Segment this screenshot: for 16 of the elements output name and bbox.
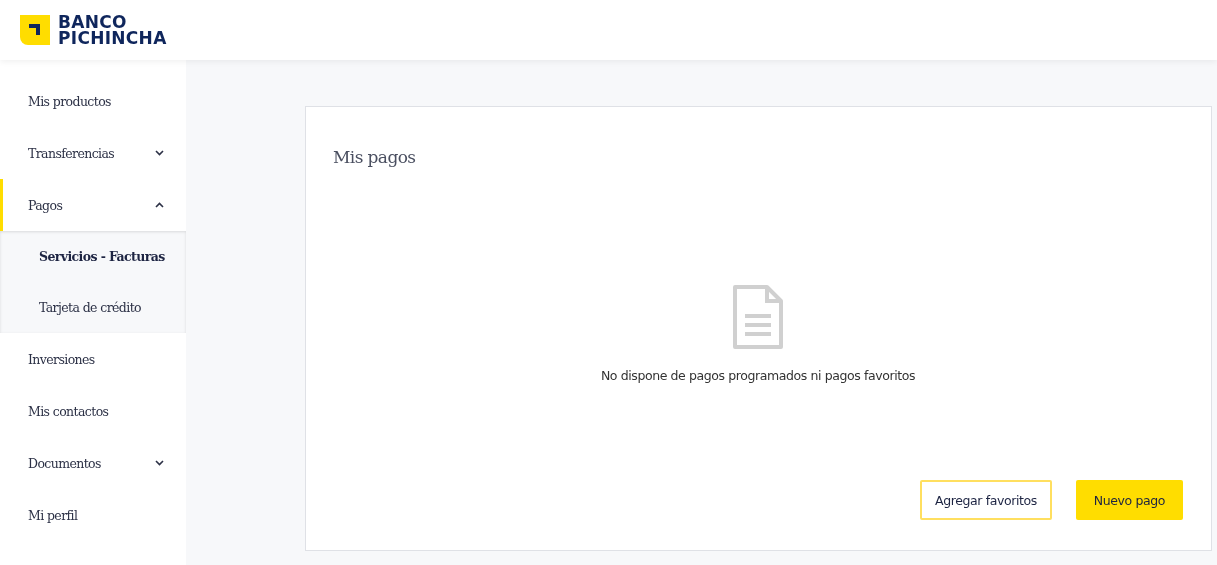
sidebar-item[interactable]: Mi perfil [0, 489, 186, 541]
card-title: Mis pagos [333, 147, 416, 167]
document-icon [732, 284, 784, 350]
sidebar-item[interactable]: Mis productos [0, 75, 186, 127]
sidebar-item[interactable]: Mis contactos [0, 385, 186, 437]
add-favorites-button[interactable]: Agregar favoritos [920, 480, 1052, 520]
logo-icon [20, 15, 50, 45]
sidebar-subitem[interactable]: Servicios - Facturas [0, 231, 186, 282]
sidebar-item[interactable]: Documentos [0, 437, 186, 489]
new-payment-button[interactable]: Nuevo pago [1075, 480, 1183, 520]
logo-text: PICHINCHA [58, 30, 167, 46]
logo-text: BANCO [58, 14, 127, 30]
sidebar-subitem[interactable]: Tarjeta de crédito [0, 282, 186, 333]
sidebar-item[interactable]: Transferencias [0, 127, 186, 179]
sidebar-item[interactable]: Inversiones [0, 333, 186, 385]
empty-message: No dispone de pagos programados ni pagos favoritos [600, 368, 916, 383]
